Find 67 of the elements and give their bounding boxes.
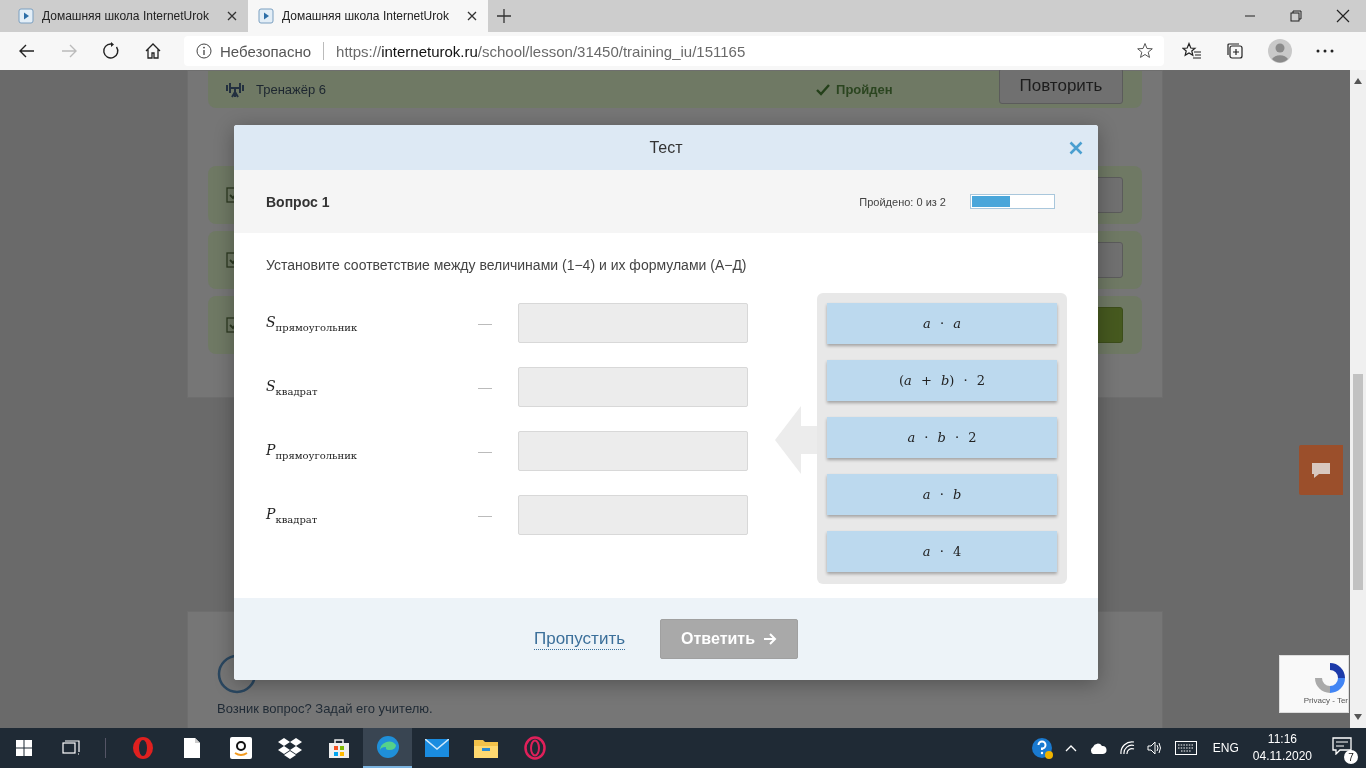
- clock-date[interactable]: 04.11.2020: [1252, 748, 1312, 765]
- refresh-icon[interactable]: [102, 42, 120, 60]
- quantity-label: P$_{квадрат}$: [266, 505, 319, 525]
- restore-icon[interactable]: [1290, 10, 1302, 22]
- chat-button[interactable]: [1299, 445, 1343, 495]
- url-text: https://interneturok.ru/school/lesson/31450/training_iu/151165: [336, 42, 746, 60]
- dialog-title: Тест: [649, 138, 683, 157]
- skip-link[interactable]: Пропустить: [533, 628, 626, 650]
- scroll-down-icon[interactable]: [1354, 714, 1362, 720]
- browser-tab[interactable]: Домашняя школа InternetUrok: [248, 0, 488, 32]
- keyboard-icon[interactable]: [1174, 741, 1197, 755]
- cloud-icon[interactable]: [1088, 742, 1107, 754]
- close-icon[interactable]: [226, 10, 238, 22]
- back-icon[interactable]: [18, 42, 36, 60]
- scroll-thumb[interactable]: [1353, 374, 1363, 590]
- question-number: Вопрос 1: [266, 193, 330, 210]
- task-view-icon[interactable]: [62, 740, 80, 756]
- privacy-link[interactable]: Privacy - Ter: [1303, 696, 1348, 705]
- formula-card[interactable]: a · 4: [827, 531, 1057, 572]
- more-icon[interactable]: [1316, 49, 1334, 53]
- language-indicator[interactable]: ENG: [1212, 741, 1239, 755]
- play-icon: [258, 8, 274, 24]
- security-label: Небезопасно: [220, 42, 312, 60]
- formula-card[interactable]: a · b: [827, 474, 1057, 515]
- check-icon: [816, 83, 831, 96]
- info-icon: [196, 43, 212, 59]
- favorite-star-icon[interactable]: [1136, 42, 1154, 60]
- wifi-icon[interactable]: [1118, 741, 1135, 755]
- browser-tab[interactable]: Домашняя школа InternetUrok: [8, 0, 248, 32]
- quantity-label: S$_{прямоугольник}$: [266, 313, 359, 333]
- help-text: Возник вопрос? Задай его учителю.: [217, 701, 434, 716]
- dash: —: [478, 315, 493, 331]
- new-tab-icon[interactable]: [496, 8, 512, 24]
- home-icon[interactable]: [144, 42, 162, 60]
- help-icon[interactable]: [1030, 737, 1053, 759]
- avatar-icon[interactable]: [1268, 39, 1292, 63]
- instruction-text: Установите соответствие между величинами (1−4) и их формулами (А−Д): [266, 257, 748, 273]
- chat-icon: [1310, 461, 1332, 479]
- quantity-label: S$_{квадрат}$: [266, 377, 319, 397]
- quantity-label: P$_{прямоугольник}$: [266, 441, 359, 461]
- dash: —: [478, 443, 493, 459]
- dumbbell-icon: [226, 81, 244, 98]
- address-bar[interactable]: Небезопасно https://interneturok.ru/school/lesson/31450/training_iu/151165: [184, 36, 1164, 66]
- close-icon[interactable]: [466, 10, 478, 22]
- trainer-title: Тренажёр 6: [256, 82, 327, 97]
- close-icon[interactable]: [1336, 9, 1350, 23]
- notification-count: 7: [1344, 750, 1358, 764]
- windows-start-icon[interactable]: [16, 740, 32, 756]
- scroll-up-icon[interactable]: [1354, 78, 1362, 84]
- dash: —: [478, 379, 493, 395]
- chevron-up-icon[interactable]: [1064, 744, 1077, 752]
- status-label: Пройден: [836, 82, 893, 97]
- formula-card[interactable]: (a + b) · 2: [827, 360, 1057, 401]
- formula-card[interactable]: a · b · 2: [827, 417, 1057, 458]
- edge-app-icon[interactable]: [363, 728, 412, 768]
- scrollbar[interactable]: [1350, 70, 1366, 728]
- arrow-icon: [763, 633, 777, 645]
- volume-icon[interactable]: [1146, 741, 1163, 755]
- progress-label: Пройдено: 0 из 2: [859, 195, 946, 208]
- favorites-icon[interactable]: [1182, 42, 1202, 60]
- collections-icon[interactable]: [1226, 42, 1244, 60]
- notifications-icon[interactable]: [1332, 737, 1352, 755]
- clock-time[interactable]: 11:16: [1267, 731, 1297, 748]
- dash: —: [478, 507, 493, 523]
- recaptcha-icon: [1312, 660, 1348, 696]
- play-icon: [18, 8, 34, 24]
- formula-card[interactable]: a · a: [827, 303, 1057, 344]
